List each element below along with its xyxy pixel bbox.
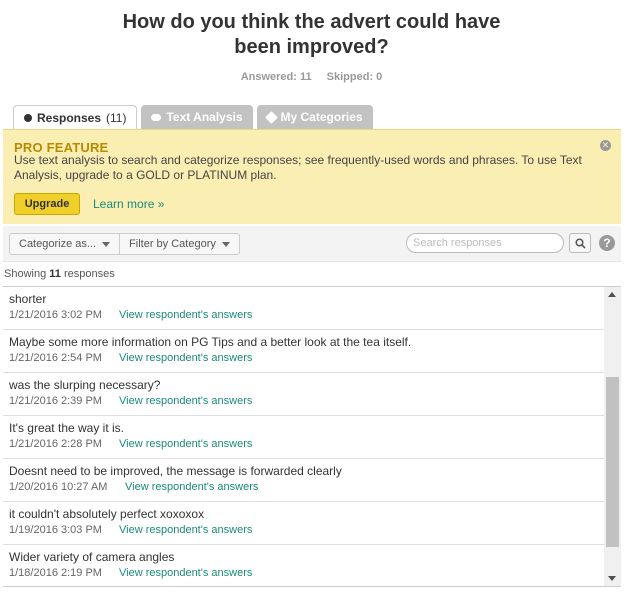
response-date: 1/21/2016 2:39 PM <box>9 395 102 407</box>
answered-count: Answered: 11 <box>240 71 312 83</box>
response-date: 1/21/2016 3:02 PM <box>9 309 102 321</box>
search-input[interactable] <box>406 233 564 253</box>
learn-more-link[interactable]: Learn more » <box>93 197 164 211</box>
tab-responses-count: (11) <box>106 110 127 125</box>
response-row: shorter 1/21/2016 3:02 PM View responden… <box>3 287 604 330</box>
pro-feature-text: Use text analysis to search and categori… <box>14 153 582 182</box>
scrollbar-thumb[interactable] <box>606 377 619 547</box>
question-title-line-2: been improved? <box>234 36 389 58</box>
response-date: 1/19/2016 3:03 PM <box>9 524 102 536</box>
response-text: shorter <box>9 292 47 306</box>
scroll-up-arrow-icon[interactable] <box>608 292 616 297</box>
response-text: Maybe some more information on PG Tips a… <box>9 335 412 349</box>
chevron-down-icon <box>221 241 230 247</box>
view-respondent-answers-link[interactable]: View respondent's answers <box>119 438 252 450</box>
tab-responses-label: Responses <box>37 110 102 125</box>
question-title: How do you think the advert could have b… <box>0 10 623 60</box>
response-row: was the slurping necessary? 1/21/2016 2:… <box>3 373 604 416</box>
tab-text-analysis-label: Text Analysis <box>166 110 243 124</box>
tab-responses[interactable]: Responses (11) <box>13 105 138 129</box>
response-list: shorter 1/21/2016 3:02 PM View responden… <box>3 286 621 587</box>
category-controls: Categorize as... Filter by Category <box>9 233 240 255</box>
scroll-down-arrow-icon[interactable] <box>608 576 616 581</box>
view-respondent-answers-link[interactable]: View respondent's answers <box>119 524 252 536</box>
response-text: it couldn't absolutely perfect xoxoxox <box>9 507 205 521</box>
filter-bar: Categorize as... Filter by Category ? <box>3 226 621 262</box>
showing-suffix: responses <box>63 268 115 280</box>
tab-bar: Responses (11) Text Analysis My Categori… <box>13 105 373 129</box>
response-text: was the slurping necessary? <box>9 378 161 392</box>
response-row: Doesnt need to be improved, the message … <box>3 459 604 502</box>
cloud-icon <box>151 113 162 121</box>
categorize-as-dropdown[interactable]: Categorize as... <box>10 234 119 254</box>
showing-count: Showing 11 responses <box>4 268 115 280</box>
pro-feature-banner: PRO FEATURE Use text analysis to search … <box>3 129 621 224</box>
showing-number: 11 <box>49 268 61 280</box>
chevron-down-icon <box>102 241 111 247</box>
response-text: Wider variety of camera angles <box>9 550 175 564</box>
tag-icon <box>264 110 278 124</box>
response-row: It's great the way it is. 1/21/2016 2:28… <box>3 416 604 459</box>
help-icon[interactable]: ? <box>599 235 615 251</box>
response-rows: shorter 1/21/2016 3:02 PM View responden… <box>3 287 604 586</box>
response-stats: Answered: 11 Skipped: 0 <box>0 71 623 83</box>
view-respondent-answers-link[interactable]: View respondent's answers <box>119 309 252 321</box>
response-date: 1/21/2016 2:54 PM <box>9 352 102 364</box>
vertical-scrollbar[interactable] <box>604 287 621 586</box>
filter-by-category-dropdown[interactable]: Filter by Category <box>119 234 239 254</box>
response-row: Maybe some more information on PG Tips a… <box>3 330 604 373</box>
view-respondent-answers-link[interactable]: View respondent's answers <box>125 481 258 493</box>
response-text: It's great the way it is. <box>9 421 125 435</box>
tab-text-analysis[interactable]: Text Analysis <box>141 105 253 129</box>
response-text: Doesnt need to be improved, the message … <box>9 464 342 478</box>
response-date: 1/18/2016 2:19 PM <box>9 567 102 579</box>
tab-my-categories-label: My Categories <box>280 110 363 124</box>
tab-my-categories[interactable]: My Categories <box>256 105 373 129</box>
categorize-as-label: Categorize as... <box>19 238 97 250</box>
search-button[interactable] <box>569 233 591 253</box>
upgrade-button[interactable]: Upgrade <box>14 193 80 215</box>
response-row: it couldn't absolutely perfect xoxoxox 1… <box>3 502 604 545</box>
skipped-count: Skipped: 0 <box>326 71 383 83</box>
response-row: Wider variety of camera angles 1/18/2016… <box>3 545 604 586</box>
question-title-line-1: How do you think the advert could have <box>122 11 501 33</box>
search-icon <box>575 238 586 249</box>
dot-icon <box>24 113 32 122</box>
view-respondent-answers-link[interactable]: View respondent's answers <box>119 352 252 364</box>
response-date: 1/21/2016 2:28 PM <box>9 438 102 450</box>
filter-by-category-label: Filter by Category <box>129 238 216 250</box>
showing-prefix: Showing <box>4 268 47 280</box>
view-respondent-answers-link[interactable]: View respondent's answers <box>119 395 252 407</box>
response-date: 1/20/2016 10:27 AM <box>9 481 108 493</box>
close-icon[interactable]: ✕ <box>600 140 611 151</box>
view-respondent-answers-link[interactable]: View respondent's answers <box>119 567 252 579</box>
